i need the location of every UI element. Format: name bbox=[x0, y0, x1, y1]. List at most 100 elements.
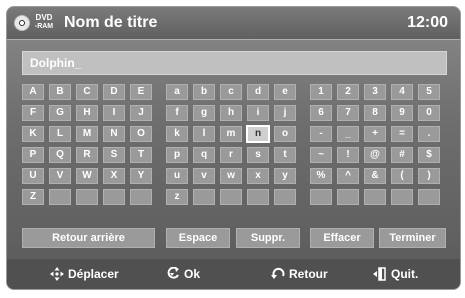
key-$[interactable]: $ bbox=[418, 147, 440, 163]
key-blank[interactable] bbox=[274, 189, 296, 205]
key-X[interactable]: X bbox=[103, 168, 125, 184]
key-p[interactable]: p bbox=[166, 147, 188, 163]
key-F[interactable]: F bbox=[22, 105, 44, 121]
key-H[interactable]: H bbox=[76, 105, 98, 121]
finish-button[interactable]: Terminer bbox=[379, 228, 446, 248]
key-5[interactable]: 5 bbox=[418, 84, 440, 100]
delete-button[interactable]: Suppr. bbox=[236, 228, 300, 248]
key-r[interactable]: r bbox=[220, 147, 242, 163]
space-button[interactable]: Espace bbox=[166, 228, 230, 248]
key-%[interactable]: % bbox=[310, 168, 332, 184]
key-v[interactable]: v bbox=[193, 168, 215, 184]
key-b[interactable]: b bbox=[193, 84, 215, 100]
key-.[interactable]: . bbox=[418, 126, 440, 142]
key-blank[interactable] bbox=[247, 189, 269, 205]
key-![interactable]: ! bbox=[337, 147, 359, 163]
key-Z[interactable]: Z bbox=[22, 189, 44, 205]
key-w[interactable]: w bbox=[220, 168, 242, 184]
key-t[interactable]: t bbox=[274, 147, 296, 163]
key-blank[interactable] bbox=[220, 189, 242, 205]
key-R[interactable]: R bbox=[76, 147, 98, 163]
key-6[interactable]: 6 bbox=[310, 105, 332, 121]
key-o[interactable]: o bbox=[274, 126, 296, 142]
key-0[interactable]: 0 bbox=[418, 105, 440, 121]
backspace-button[interactable]: Retour arrière bbox=[22, 228, 155, 248]
key-blank[interactable] bbox=[103, 189, 125, 205]
key-S[interactable]: S bbox=[103, 147, 125, 163]
key--[interactable]: - bbox=[310, 126, 332, 142]
key-_[interactable]: _ bbox=[337, 126, 359, 142]
footer-help-bar: Déplacer Ok Retour Quit. bbox=[7, 259, 460, 289]
key-B[interactable]: B bbox=[49, 84, 71, 100]
key-n[interactable]: n bbox=[247, 126, 269, 142]
key-3[interactable]: 3 bbox=[364, 84, 386, 100]
key-1[interactable]: 1 bbox=[310, 84, 332, 100]
key-s[interactable]: s bbox=[247, 147, 269, 163]
key-x[interactable]: x bbox=[247, 168, 269, 184]
key-i[interactable]: i bbox=[247, 105, 269, 121]
key-([interactable]: ( bbox=[391, 168, 413, 184]
key-^[interactable]: ^ bbox=[337, 168, 359, 184]
key-blank[interactable] bbox=[76, 189, 98, 205]
key-c[interactable]: c bbox=[220, 84, 242, 100]
key-k[interactable]: k bbox=[166, 126, 188, 142]
key-+[interactable]: + bbox=[364, 126, 386, 142]
key-blank[interactable] bbox=[337, 189, 359, 205]
title-bar: DVD -RAM Nom de titre 12:00 bbox=[7, 7, 460, 40]
key-O[interactable]: O bbox=[130, 126, 152, 142]
key-blank[interactable] bbox=[130, 189, 152, 205]
clear-button[interactable]: Effacer bbox=[310, 228, 374, 248]
key-C[interactable]: C bbox=[76, 84, 98, 100]
key-4[interactable]: 4 bbox=[391, 84, 413, 100]
key-g[interactable]: g bbox=[193, 105, 215, 121]
key-D[interactable]: D bbox=[103, 84, 125, 100]
key-N[interactable]: N bbox=[103, 126, 125, 142]
key-W[interactable]: W bbox=[76, 168, 98, 184]
key-blank[interactable] bbox=[391, 189, 413, 205]
key-8[interactable]: 8 bbox=[364, 105, 386, 121]
key-)[interactable]: ) bbox=[418, 168, 440, 184]
key-V[interactable]: V bbox=[49, 168, 71, 184]
key-K[interactable]: K bbox=[22, 126, 44, 142]
key-d[interactable]: d bbox=[247, 84, 269, 100]
key-I[interactable]: I bbox=[103, 105, 125, 121]
key-9[interactable]: 9 bbox=[391, 105, 413, 121]
key-l[interactable]: l bbox=[193, 126, 215, 142]
title-name-input[interactable]: Dolphin_ bbox=[22, 51, 447, 75]
key-y[interactable]: y bbox=[274, 168, 296, 184]
key-M[interactable]: M bbox=[76, 126, 98, 142]
key-7[interactable]: 7 bbox=[337, 105, 359, 121]
key-m[interactable]: m bbox=[220, 126, 242, 142]
key-blank[interactable] bbox=[193, 189, 215, 205]
key-U[interactable]: U bbox=[22, 168, 44, 184]
key-q[interactable]: q bbox=[193, 147, 215, 163]
key-z[interactable]: z bbox=[166, 189, 188, 205]
key-T[interactable]: T bbox=[130, 147, 152, 163]
disc-type-top: DVD bbox=[35, 13, 53, 22]
key-Y[interactable]: Y bbox=[130, 168, 152, 184]
key-Q[interactable]: Q bbox=[49, 147, 71, 163]
key-&[interactable]: & bbox=[364, 168, 386, 184]
key-blank[interactable] bbox=[364, 189, 386, 205]
key-e[interactable]: e bbox=[274, 84, 296, 100]
key-J[interactable]: J bbox=[130, 105, 152, 121]
key-=[interactable]: = bbox=[391, 126, 413, 142]
key-blank[interactable] bbox=[418, 189, 440, 205]
key-2[interactable]: 2 bbox=[337, 84, 359, 100]
key-P[interactable]: P bbox=[22, 147, 44, 163]
key-f[interactable]: f bbox=[166, 105, 188, 121]
key-~[interactable]: ~ bbox=[310, 147, 332, 163]
key-A[interactable]: A bbox=[22, 84, 44, 100]
key-G[interactable]: G bbox=[49, 105, 71, 121]
key-blank[interactable] bbox=[310, 189, 332, 205]
key-@[interactable]: @ bbox=[364, 147, 386, 163]
key-u[interactable]: u bbox=[166, 168, 188, 184]
key-blank[interactable] bbox=[49, 189, 71, 205]
key-j[interactable]: j bbox=[274, 105, 296, 121]
key-E[interactable]: E bbox=[130, 84, 152, 100]
key-a[interactable]: a bbox=[166, 84, 188, 100]
key-#[interactable]: # bbox=[391, 147, 413, 163]
key-h[interactable]: h bbox=[220, 105, 242, 121]
disc-icon bbox=[14, 15, 30, 31]
key-L[interactable]: L bbox=[49, 126, 71, 142]
